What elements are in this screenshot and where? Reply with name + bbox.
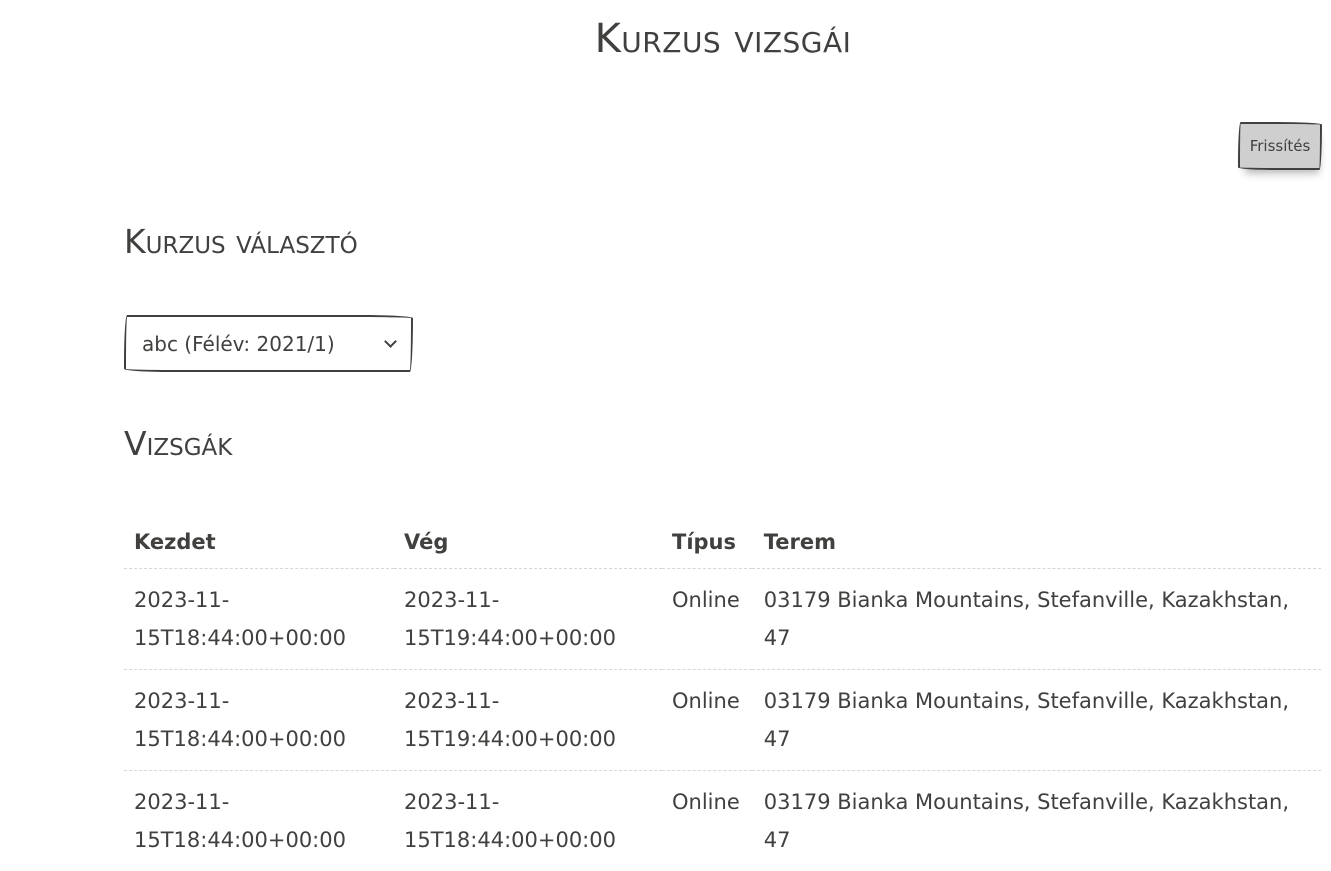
exam-type: Online: [662, 771, 752, 871]
exam-start: 2023-11-15T18:44:00+00:00: [124, 569, 394, 670]
course-select-value: abc (Félév: 2021/1): [142, 332, 335, 356]
table-header-row: Kezdet Vég Típus Terem: [124, 520, 1321, 569]
exam-room: 03179 Bianka Mountains, Stefanville, Kaz…: [752, 670, 1321, 771]
exam-type: Online: [662, 670, 752, 771]
exam-start: 2023-11-15T18:44:00+00:00: [124, 670, 394, 771]
exam-room: 03179 Bianka Mountains, Stefanville, Kaz…: [752, 771, 1321, 871]
exams-table: Kezdet Vég Típus Terem 2023-11-15T18:44:…: [124, 520, 1321, 871]
chevron-down-icon: [384, 335, 397, 348]
course-selector-heading: Kurzus választó: [124, 222, 358, 261]
table-row: 2023-11-15T18:44:00+00:00 2023-11-15T19:…: [124, 670, 1321, 771]
course-select[interactable]: abc (Félév: 2021/1): [124, 315, 413, 372]
column-header-room: Terem: [752, 520, 1321, 569]
exam-type: Online: [662, 569, 752, 670]
page-title: Kurzus vizsgái: [0, 16, 1331, 62]
column-header-type: Típus: [662, 520, 752, 569]
exams-heading: Vizsgák: [124, 424, 232, 463]
table-row: 2023-11-15T18:44:00+00:00 2023-11-15T18:…: [124, 771, 1321, 871]
column-header-start: Kezdet: [124, 520, 394, 569]
exam-end: 2023-11-15T18:44:00+00:00: [394, 771, 662, 871]
exam-end: 2023-11-15T19:44:00+00:00: [394, 569, 662, 670]
exam-end: 2023-11-15T19:44:00+00:00: [394, 670, 662, 771]
table-row: 2023-11-15T18:44:00+00:00 2023-11-15T19:…: [124, 569, 1321, 670]
exam-room: 03179 Bianka Mountains, Stefanville, Kaz…: [752, 569, 1321, 670]
column-header-end: Vég: [394, 520, 662, 569]
exam-start: 2023-11-15T18:44:00+00:00: [124, 771, 394, 871]
refresh-button[interactable]: Frissítés: [1238, 122, 1322, 170]
